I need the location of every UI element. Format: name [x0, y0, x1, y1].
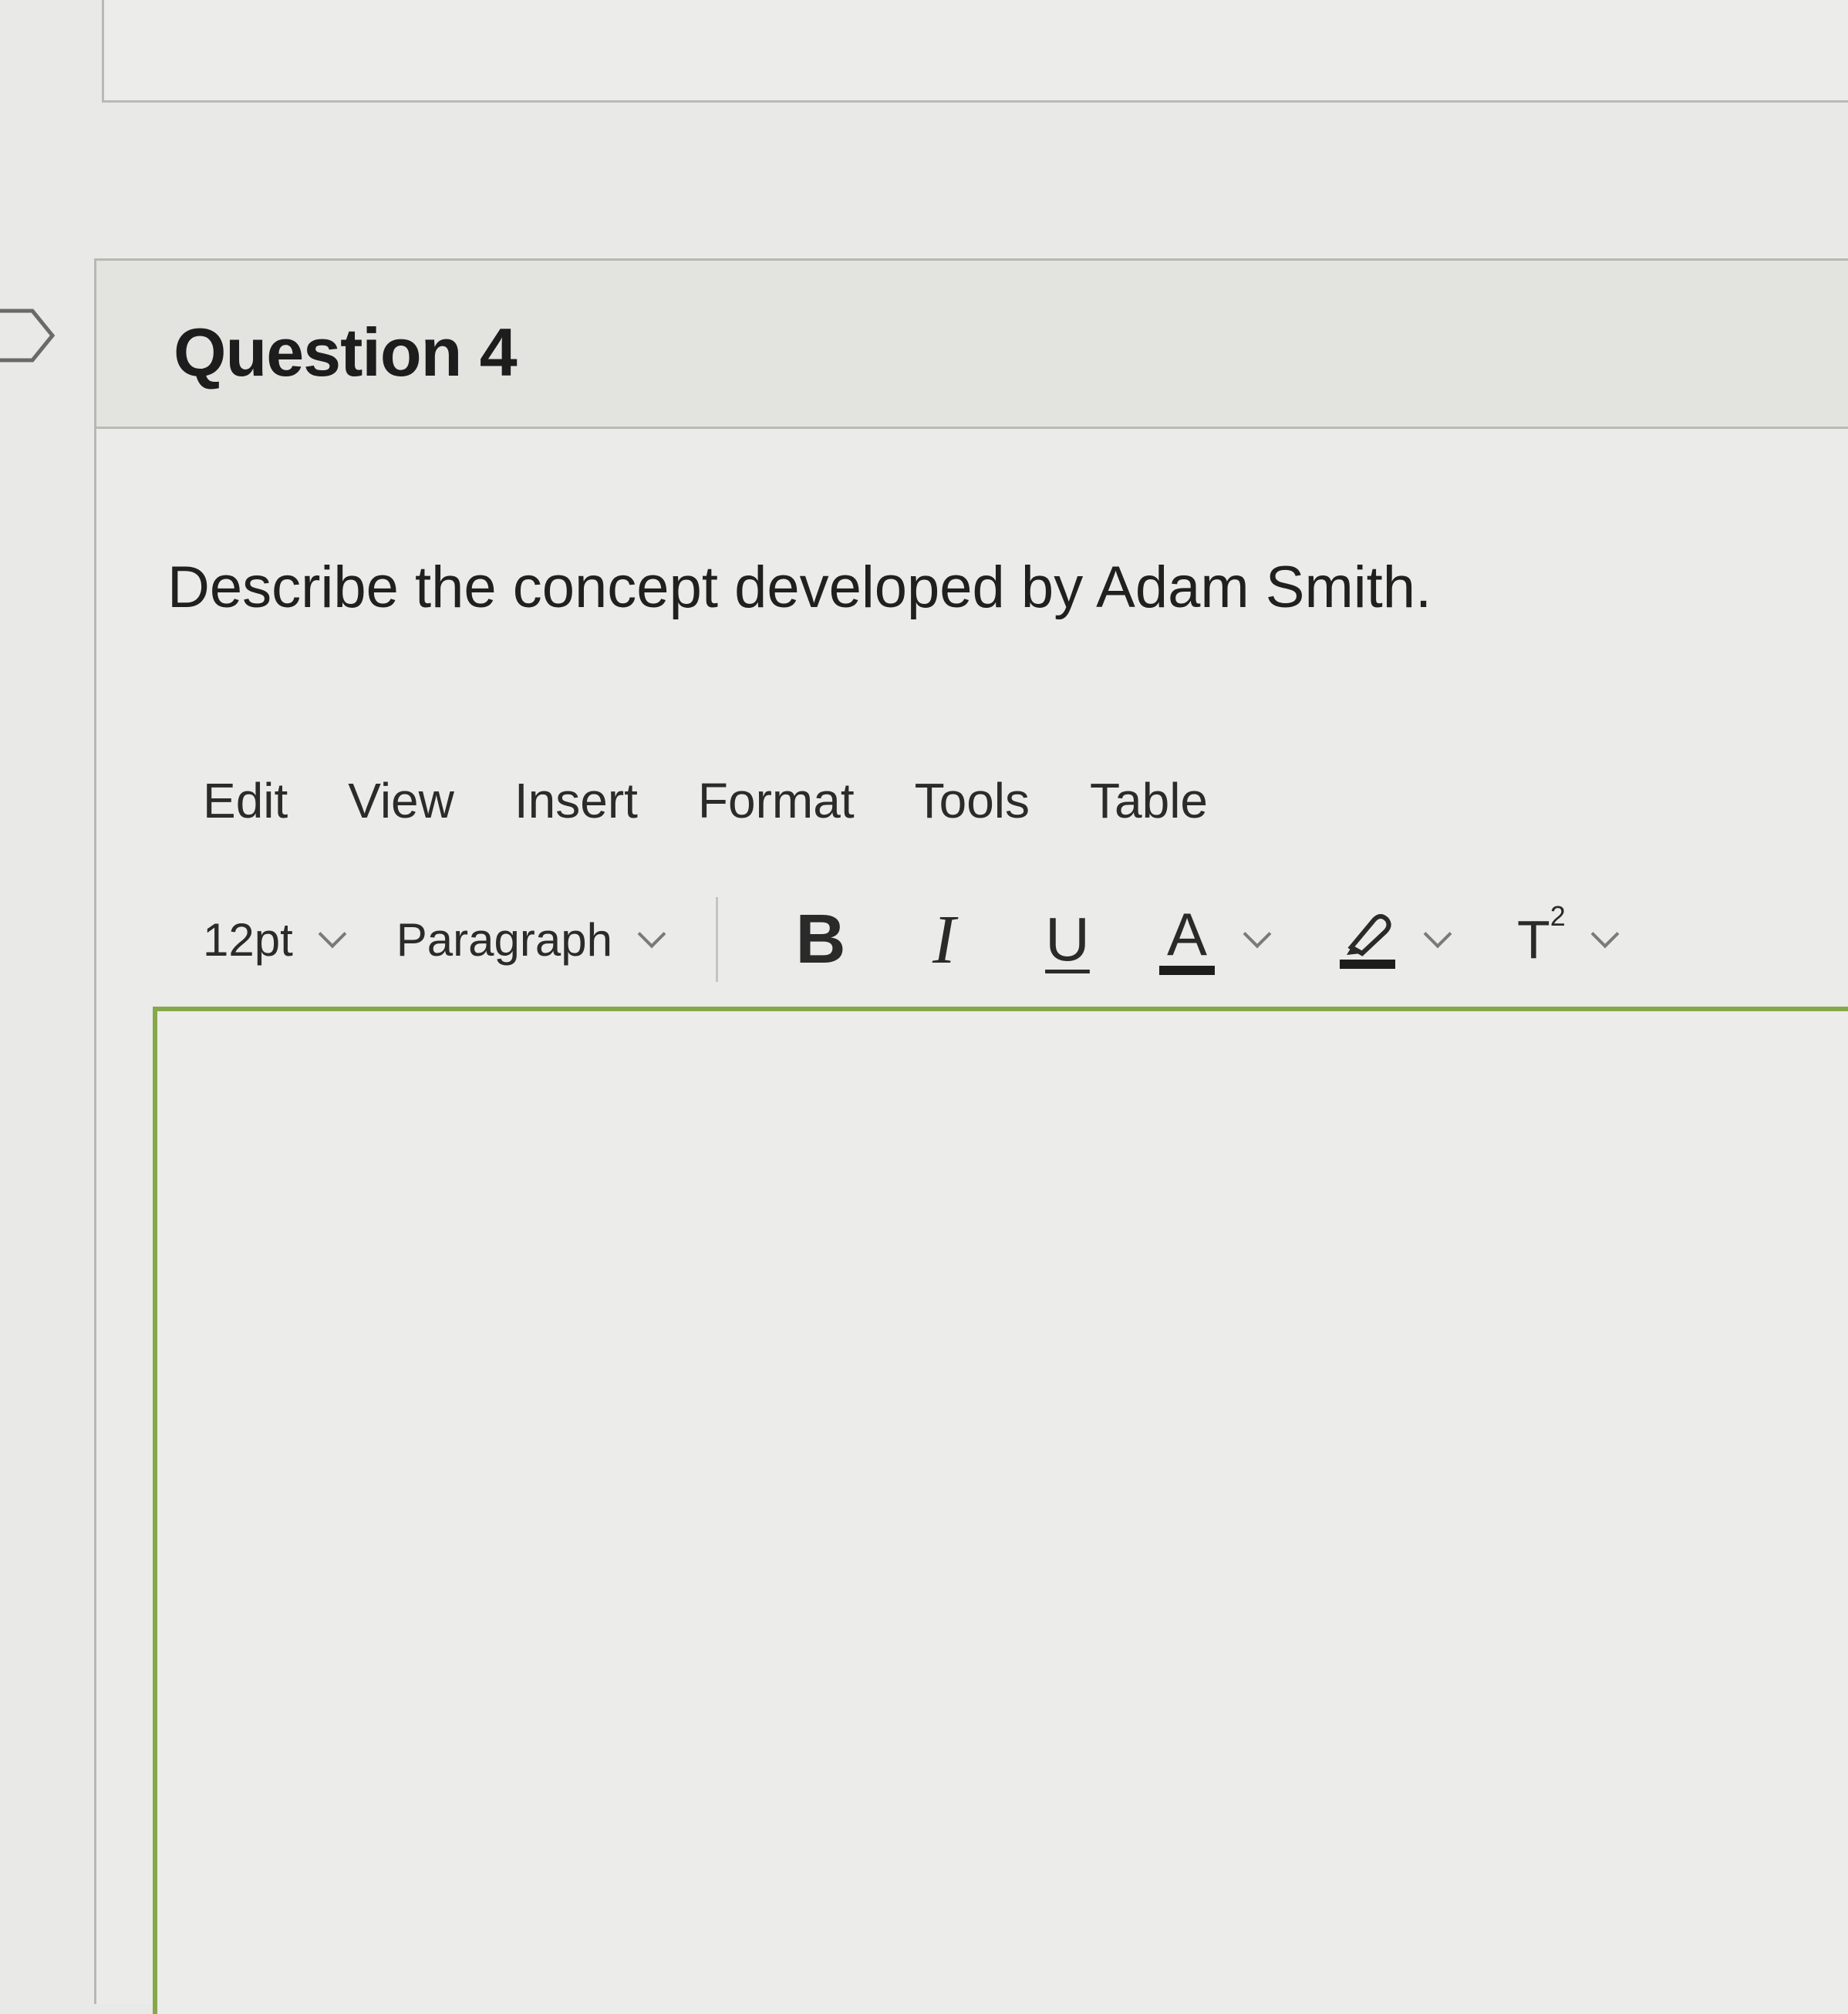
- font-color-swatch: [1158, 966, 1215, 975]
- toolbar-divider: [715, 897, 718, 982]
- editor-toolbar: 12pt Paragraph B I U A T2: [203, 878, 1848, 1001]
- flag-outline-icon[interactable]: [0, 305, 62, 366]
- superscript-exponent: 2: [1550, 899, 1566, 932]
- highlight-color-button[interactable]: [1337, 910, 1452, 969]
- block-format-select[interactable]: Paragraph: [396, 913, 666, 967]
- font-size-select[interactable]: 12pt: [203, 913, 347, 967]
- font-size-value: 12pt: [203, 913, 293, 966]
- menu-format[interactable]: Format: [698, 772, 855, 829]
- superscript-button[interactable]: T2: [1516, 900, 1620, 970]
- superscript-letter: T: [1516, 909, 1550, 970]
- question-prompt: Describe the concept developed by Adam S…: [167, 555, 1432, 620]
- previous-question-card: [102, 0, 1848, 103]
- editor-menubar: Edit View Insert Format Tools Table: [203, 754, 1268, 847]
- previous-question-status: [1770, 0, 1848, 8]
- chevron-down-icon: [318, 919, 347, 949]
- menu-tools[interactable]: Tools: [915, 772, 1030, 829]
- superscript-icon: T2: [1516, 900, 1566, 970]
- block-format-value: Paragraph: [396, 913, 612, 966]
- font-color-letter: A: [1166, 900, 1207, 968]
- font-color-button[interactable]: A: [1156, 904, 1272, 975]
- chevron-down-icon[interactable]: [1423, 919, 1452, 949]
- menu-edit[interactable]: Edit: [203, 772, 288, 829]
- italic-button[interactable]: I: [909, 897, 979, 982]
- status-ring-icon: [1843, 0, 1848, 8]
- chevron-down-icon[interactable]: [1590, 919, 1620, 949]
- chevron-down-icon: [637, 919, 666, 949]
- highlight-color-swatch: [1339, 960, 1395, 969]
- question-title: Question 4: [174, 314, 518, 390]
- underline-button[interactable]: U: [1033, 897, 1102, 982]
- bold-button[interactable]: B: [786, 897, 855, 982]
- question-header: Question 4: [96, 261, 1848, 429]
- highlighter-icon: [1337, 910, 1398, 969]
- font-color-icon: A: [1156, 904, 1218, 975]
- menu-view[interactable]: View: [348, 772, 454, 829]
- chevron-down-icon[interactable]: [1243, 919, 1272, 949]
- menu-table[interactable]: Table: [1090, 772, 1208, 829]
- answer-editor-body[interactable]: [153, 1007, 1848, 2014]
- menu-insert[interactable]: Insert: [514, 772, 638, 829]
